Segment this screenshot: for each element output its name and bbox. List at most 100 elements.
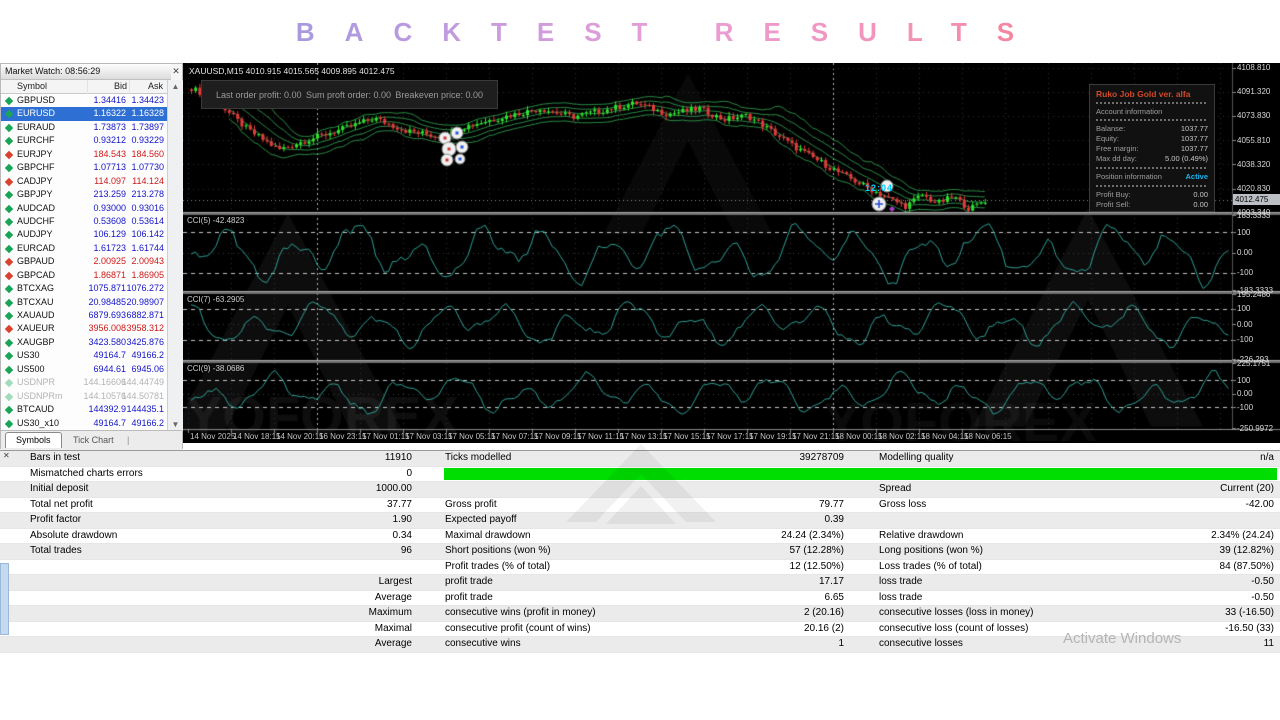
price-tick: 4020.830	[1237, 184, 1271, 194]
symbol-up-icon	[4, 298, 14, 307]
market-row-GBPAUD[interactable]: GBPAUD 2.00925 2.00943	[1, 255, 167, 269]
report-value: 0	[406, 467, 412, 479]
ask-value: 2.00943	[131, 256, 164, 267]
symbol-up-icon	[4, 96, 14, 106]
report-value: 6.65	[824, 591, 844, 603]
market-row-XAUGBP[interactable]: XAUGBP 3423.580 3425.876	[1, 335, 167, 350]
market-row-AUDCAD[interactable]: AUDCAD 0.93000 0.93016	[1, 201, 167, 215]
market-row-EURCAD[interactable]: EURCAD 1.61723 1.61744	[1, 241, 167, 256]
market-row-AUDCHF[interactable]: AUDCHF 0.53608 0.53614	[1, 214, 167, 229]
report-value: 37.77	[386, 498, 412, 510]
close-icon[interactable]: ✕	[169, 65, 183, 78]
market-row-EURAUD[interactable]: EURAUD 1.73873 1.73897	[1, 120, 167, 135]
column-ask[interactable]: Ask	[148, 80, 163, 93]
bid-value: 1.73873	[93, 121, 126, 132]
ea-field-label: Max dd day:	[1096, 154, 1137, 163]
report-value: Average	[374, 591, 412, 603]
cci-tick: 225.1751	[1237, 358, 1271, 368]
tab-symbols[interactable]: Symbols	[5, 432, 62, 448]
report-value: 1000.00	[375, 483, 412, 494]
time-tick: 14 Nov 18:15	[233, 431, 281, 441]
cci-tick: 0.00	[1237, 248, 1253, 257]
symbol-name: XAUGBP	[17, 336, 55, 347]
symbol-down-icon	[4, 150, 14, 159]
market-watch-panel: Market Watch: 08:56:29 ✕ Symbol Bid Ask …	[0, 63, 184, 450]
report-label: consecutive wins (profit in money)	[445, 607, 596, 618]
symbol-name: USDNPRm	[17, 390, 63, 401]
ea-field-label: Balanse:	[1096, 124, 1126, 133]
column-bid[interactable]: Bid	[114, 80, 127, 93]
symbol-name: AUDCHF	[17, 215, 55, 226]
bid-value: 49164.7	[93, 417, 126, 428]
activate-windows-text: Activate Windows	[1063, 630, 1182, 647]
cci-tick: -100	[1237, 268, 1254, 278]
divider	[1096, 167, 1208, 169]
symbol-up-icon	[4, 378, 14, 388]
market-row-CADJPY[interactable]: CADJPY 114.097 114.124	[1, 174, 167, 189]
symbol-up-icon	[4, 137, 14, 146]
ask-value: 144435.1	[126, 404, 164, 415]
symbol-name: EURJPY	[17, 148, 53, 159]
market-row-GBPCHF[interactable]: GBPCHF 1.07713 1.07730	[1, 161, 167, 175]
symbol-name: US30	[17, 350, 40, 361]
time-tick: 17 Nov 15:15	[663, 431, 711, 441]
market-row-GBPJPY[interactable]: GBPJPY 213.259 213.278	[1, 188, 167, 202]
market-row-XAUEUR[interactable]: XAUEUR 3956.008 3958.312	[1, 322, 167, 336]
cci-tick: 100	[1237, 375, 1251, 385]
market-row-USDNPRm[interactable]: USDNPRm 144.10576 144.50781	[1, 389, 167, 404]
symbol-up-icon	[4, 244, 14, 254]
chart-symbol-ohlc: XAUUSD,M15 4010.915 4015.565 4009.895 40…	[189, 66, 395, 76]
report-scrollbar[interactable]	[0, 563, 9, 635]
ea-position-row: Profit Sell: 0.00	[1096, 200, 1208, 210]
market-row-GBPCAD[interactable]: GBPCAD 1.86871 1.86905	[1, 268, 167, 283]
market-row-USDNPR[interactable]: USDNPR 144.16606 144.44749	[1, 376, 167, 390]
cci-tick: -250.9972	[1237, 423, 1274, 433]
market-watch-header: Symbol Bid Ask	[1, 80, 167, 94]
report-value: Average	[374, 638, 412, 649]
divider	[1096, 102, 1208, 104]
market-row-US30_x10[interactable]: US30_x10 49164.7 49166.2	[1, 416, 167, 430]
market-row-EURJPY[interactable]: EURJPY 184.543 184.560	[1, 147, 167, 162]
time-tick: 17 Nov 05:15	[448, 431, 496, 441]
market-row-US30[interactable]: US30 49164.7 49166.2	[1, 349, 167, 363]
cci7-label: CCI(7) -63.2905	[187, 295, 245, 304]
symbol-up-icon	[4, 352, 14, 361]
bid-value: 3423.580	[88, 336, 126, 347]
report-label: loss trade	[879, 591, 923, 603]
market-row-BTCXAU[interactable]: BTCXAU 20.98485 20.98907	[1, 295, 167, 309]
screen: BACKTEST RESULTS Market Watch: 08:56:29 …	[0, 0, 1280, 720]
report-value: 39 (12.82%)	[1219, 545, 1274, 556]
bid-value: 1.86871	[93, 269, 126, 280]
report-label: Bars in test	[30, 452, 81, 463]
report-close-icon[interactable]: ✕	[3, 452, 10, 460]
market-row-EURCHF[interactable]: EURCHF 0.93212 0.93229	[1, 134, 167, 148]
market-row-US500[interactable]: US500 6944.61 6945.06	[1, 362, 167, 377]
scroll-down-icon[interactable]: ▼	[168, 420, 183, 429]
ea-position-row: Profit Buy: 0.00	[1096, 190, 1208, 200]
symbol-down-icon	[4, 177, 14, 186]
ea-section-account: Account information	[1096, 107, 1163, 116]
report-label: Long positions (won %)	[879, 545, 983, 556]
report-value: -42.00	[1245, 498, 1274, 510]
time-tick: 18 Nov 02:15	[878, 431, 926, 441]
column-symbol[interactable]: Symbol	[17, 80, 47, 93]
cci9-label: CCI(9) -38.0686	[187, 364, 245, 373]
symbol-up-icon	[4, 365, 14, 374]
ea-field-label: Profit Buy:	[1096, 190, 1131, 199]
ask-value: 49166.2	[131, 417, 164, 428]
cci-tick: -100	[1237, 335, 1254, 345]
market-row-AUDJPY[interactable]: AUDJPY 106.129 106.142	[1, 228, 167, 242]
market-row-EURUSD[interactable]: EURUSD 1.16322 1.16328	[1, 107, 167, 121]
time-tick: 17 Nov 01:15	[362, 431, 410, 441]
market-row-GBPUSD[interactable]: GBPUSD 1.34416 1.34423	[1, 94, 167, 108]
market-row-XAUAUD[interactable]: XAUAUD 6879.693 6882.871	[1, 309, 167, 323]
market-row-BTCXAG[interactable]: BTCXAG 1075.871 1076.272	[1, 282, 167, 296]
tab-tick-chart[interactable]: Tick Chart	[73, 435, 114, 445]
report-label: Total trades	[30, 545, 82, 556]
report-value: 11910	[384, 452, 412, 463]
market-watch-scrollbar[interactable]: ▲ ▼	[167, 80, 184, 431]
market-row-BTCAUD[interactable]: BTCAUD 144392.9 144435.1	[1, 403, 167, 417]
scroll-up-icon[interactable]: ▲	[168, 82, 183, 91]
price-tick: 4055.810	[1237, 135, 1271, 145]
time-tick: 18 Nov 04:15	[921, 431, 969, 441]
